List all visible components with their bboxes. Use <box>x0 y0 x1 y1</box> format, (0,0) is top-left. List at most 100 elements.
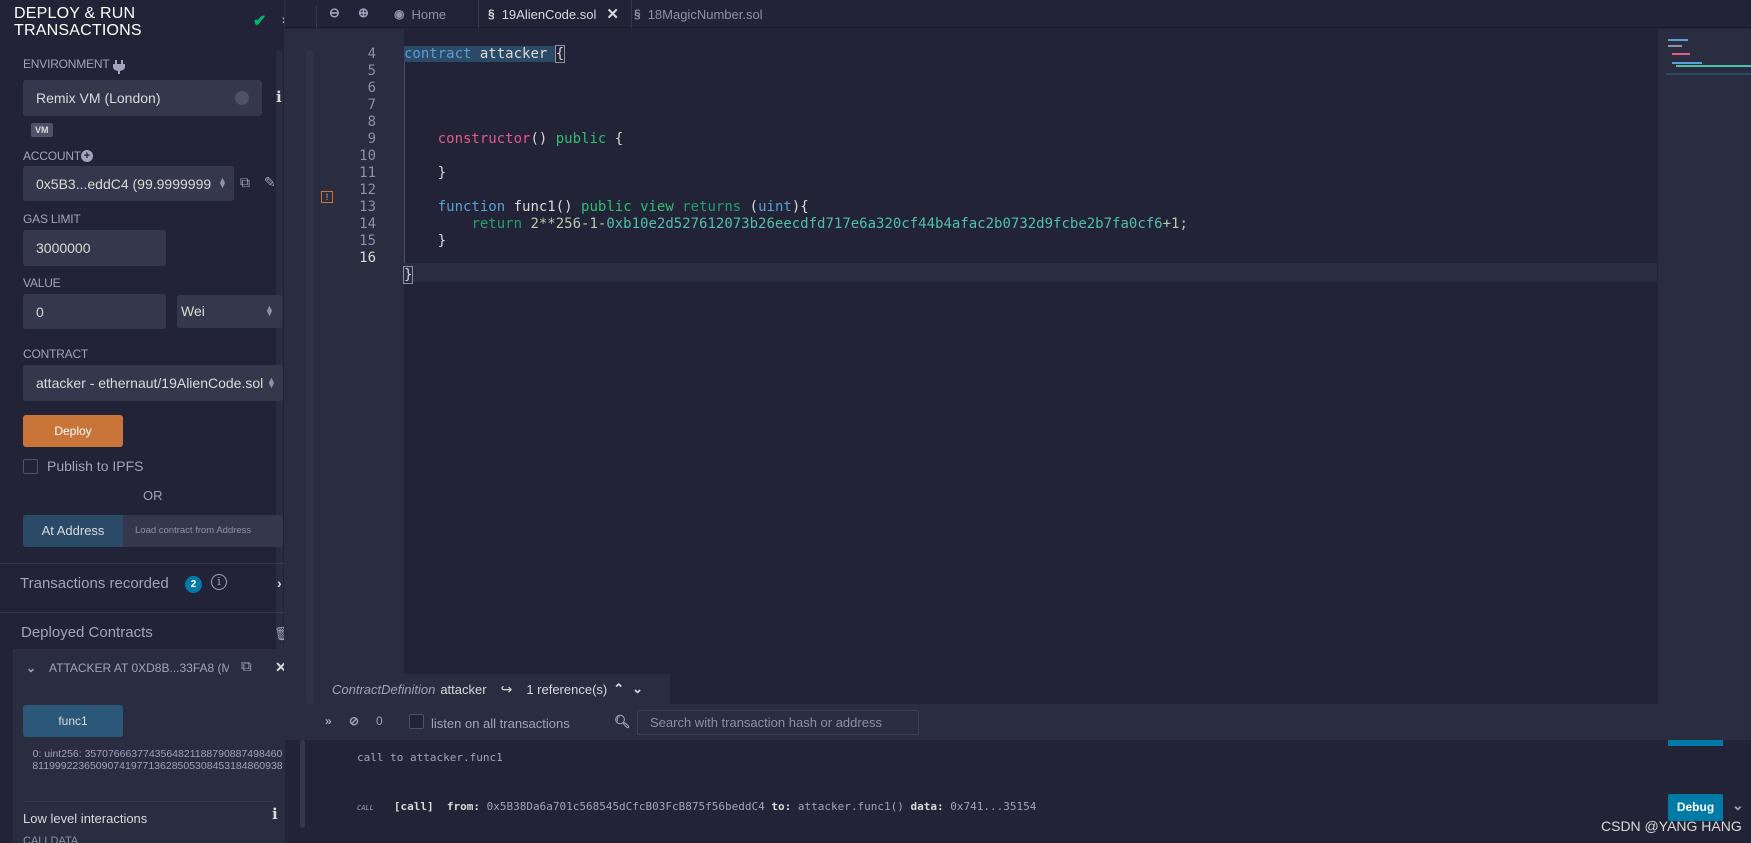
tx-from-label: from: <box>446 800 480 813</box>
listen-all-label: listen on all transactions <box>431 716 570 731</box>
info-icon[interactable]: i <box>272 805 278 823</box>
expression: +1; <box>1162 216 1188 232</box>
chevron-right-icon[interactable]: › <box>277 575 282 591</box>
terminal-output <box>285 740 1751 843</box>
pending-tx-count: 0 <box>376 714 383 728</box>
edit-icon[interactable]: ✎ <box>264 174 276 191</box>
code-line-10: } <box>404 164 1657 183</box>
debug-button-previous[interactable] <box>1668 740 1723 746</box>
chevron-down-icon[interactable]: ⌄ <box>1732 797 1744 814</box>
calldata-label: CALLDATA <box>23 835 79 843</box>
contract-name: attacker <box>479 46 548 62</box>
environment-value: Remix VM (London) <box>36 90 161 106</box>
tx-type: [call] <box>393 800 434 813</box>
keyword: function <box>437 199 506 215</box>
add-account-icon[interactable]: + <box>81 150 93 162</box>
minimize-terminal-icon[interactable]: » <box>325 714 332 728</box>
minimap-line <box>1676 65 1751 67</box>
function-name: func1() <box>513 199 573 215</box>
value-input[interactable]: 0 <box>23 294 166 329</box>
info-icon[interactable]: i <box>276 88 282 106</box>
tx-search-input[interactable]: Search with transaction hash or address <box>637 710 919 735</box>
type: uint <box>758 199 792 215</box>
watermark: CSDN @YANG HANG <box>1601 818 1742 834</box>
keyword: returns <box>682 199 742 215</box>
deploy-button[interactable]: Deploy <box>23 415 123 447</box>
code-content[interactable]: contract attacker { constructor() public… <box>402 29 1657 704</box>
go-to-definition-icon[interactable]: ↪ <box>501 681 513 698</box>
publish-ipfs-label: Publish to IPFS <box>47 458 144 474</box>
chevron-down-icon[interactable]: ⌄ <box>632 681 643 697</box>
brace: { <box>614 131 624 147</box>
tx-to: attacker.func1() <box>797 800 904 813</box>
copy-icon[interactable]: ⧉ <box>241 658 252 675</box>
minimap-line <box>1666 73 1751 75</box>
minimap-line <box>1668 45 1682 47</box>
definition-name: attacker <box>440 681 487 697</box>
plug-icon <box>113 60 125 74</box>
unit-value: Wei <box>181 303 205 319</box>
chevron-down-icon[interactable]: ⌄ <box>26 661 36 675</box>
tab-18magicnumber[interactable]: § 18MagicNumber.sol <box>626 0 775 28</box>
select-arrows-icon: ▲ ▼ <box>267 375 276 390</box>
clear-console-icon[interactable]: ⊘ <box>349 714 359 728</box>
vm-badge: VM <box>31 123 53 137</box>
debug-button[interactable]: Debug <box>1668 794 1723 821</box>
brace: } <box>437 233 447 249</box>
line-number: 16 <box>359 250 376 266</box>
unit-select[interactable]: Wei ▲ ▼ <box>177 295 282 328</box>
trash-icon[interactable]: 🗑 <box>274 626 284 642</box>
tab-19aliencode[interactable]: § 19AlienCode.sol ✕ <box>480 0 632 28</box>
tx-data: 0x741...35154 <box>950 800 1037 813</box>
deployed-contracts-title: Deployed Contracts <box>21 624 153 641</box>
zoom-in-icon[interactable]: ⊕ <box>358 5 369 21</box>
contract-select[interactable]: attacker - ethernaut/19AlienCode.sol ▲ ▼ <box>23 365 283 401</box>
keyword: view <box>640 199 674 215</box>
account-label: ACCOUNT <box>23 149 81 163</box>
minimap-line <box>1672 53 1690 55</box>
brace: } <box>402 266 414 284</box>
gutter-scrollbar[interactable] <box>306 50 314 704</box>
references-count: 1 reference(s) <box>526 681 608 697</box>
copy-icon[interactable]: ⧉ <box>240 174 250 191</box>
environment-label: ENVIRONMENT <box>23 57 110 71</box>
tx-log-row[interactable]: CALL [call] from: 0x5B38Da6a701c568545dCf… <box>357 800 1036 813</box>
at-address-button[interactable]: At Address <box>23 515 123 547</box>
transactions-recorded-label[interactable]: Transactions recorded <box>20 575 169 592</box>
account-select[interactable]: 0x5B3...eddC4 (99.9999999 <box>23 166 234 201</box>
reference-bar: ContractDefinition attacker ↪ 1 referenc… <box>320 674 670 704</box>
value-label: VALUE <box>23 276 61 290</box>
keyword: return <box>471 216 523 232</box>
collapse-panel-button[interactable] <box>285 6 317 28</box>
select-arrows-icon <box>235 91 249 105</box>
code-line-8: constructor() public { <box>404 130 1657 149</box>
code-line-16: } <box>402 266 1657 285</box>
divider <box>0 612 284 613</box>
contract-label: CONTRACT <box>23 347 89 361</box>
listen-all-checkbox[interactable] <box>409 714 424 729</box>
chevron-up-icon[interactable]: ⌃ <box>613 681 624 697</box>
divider <box>23 801 274 802</box>
at-address-input[interactable]: Load contract from Address <box>123 515 283 547</box>
info-circle-icon[interactable]: i <box>211 574 227 590</box>
zoom-out-icon[interactable]: ⊖ <box>329 5 340 21</box>
func1-button[interactable]: func1 <box>23 705 123 737</box>
environment-select[interactable]: Remix VM (London) <box>23 80 262 116</box>
publish-ipfs-checkbox[interactable] <box>23 459 38 474</box>
transactions-count-badge: 2 <box>185 576 202 593</box>
panel-title: DEPLOY & RUN TRANSACTIONS <box>14 5 142 39</box>
select-arrows-icon: ▲ ▼ <box>218 175 227 190</box>
gas-limit-input[interactable]: 3000000 <box>23 230 166 266</box>
close-tab-icon[interactable]: ✕ <box>606 5 619 23</box>
log-call-text: call to attacker.func1 <box>357 751 503 764</box>
brace: } <box>437 165 447 181</box>
instance-title[interactable]: ATTACKER AT 0XD8B...33FA8 (MEMORY) <box>49 661 229 675</box>
terminal-scrollbar[interactable] <box>300 740 305 828</box>
tab-home[interactable]: ◉ Home <box>394 0 480 28</box>
paren: ){ <box>791 199 809 215</box>
or-label: OR <box>143 488 163 503</box>
close-icon[interactable]: ✕ <box>275 659 284 676</box>
minimap[interactable] <box>1658 29 1751 704</box>
solidity-icon: § <box>634 7 641 21</box>
keyword: contract <box>404 46 472 62</box>
